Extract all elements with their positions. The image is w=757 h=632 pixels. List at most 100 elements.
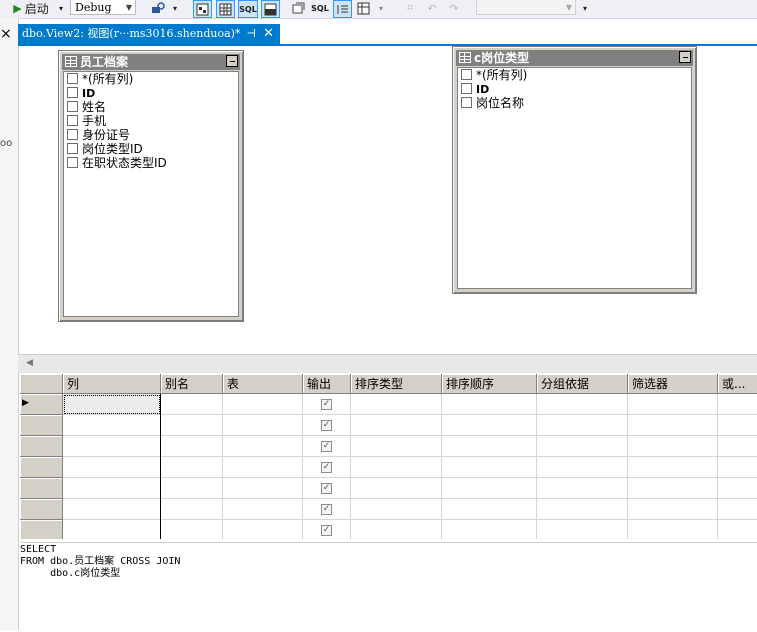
grid-cell[interactable] xyxy=(718,478,757,499)
grid-cell[interactable] xyxy=(161,394,223,415)
grid-cell[interactable] xyxy=(628,499,718,520)
grid-cell[interactable] xyxy=(223,436,303,457)
grid-cell[interactable] xyxy=(223,415,303,436)
column-item[interactable]: *(所有列) xyxy=(64,72,238,86)
forward-icon[interactable]: ↷ xyxy=(446,0,462,16)
grid-column-header[interactable]: 输出 xyxy=(303,374,351,394)
output-checkbox[interactable]: ✓ xyxy=(321,483,332,494)
grid-column-header[interactable]: 排序类型 xyxy=(351,374,442,394)
grid-cell[interactable] xyxy=(718,457,757,478)
column-checkbox[interactable] xyxy=(461,69,472,80)
horizontal-scrollbar[interactable]: ◀ xyxy=(18,354,757,373)
grid-cell[interactable] xyxy=(351,394,442,415)
find-icon[interactable] xyxy=(150,0,166,16)
grid-cell[interactable] xyxy=(351,415,442,436)
back-icon[interactable]: ↶ xyxy=(424,0,440,16)
grid-cell[interactable] xyxy=(351,520,442,539)
column-item[interactable]: 在职状态类型ID xyxy=(64,156,238,170)
column-checkbox[interactable] xyxy=(67,115,78,126)
row-selector[interactable]: ▶ xyxy=(20,394,63,415)
start-button[interactable]: ▶ 启动 xyxy=(10,0,52,16)
grid-cell[interactable] xyxy=(161,457,223,478)
grid-cell[interactable] xyxy=(442,394,537,415)
grid-cell[interactable] xyxy=(628,394,718,415)
output-checkbox[interactable]: ✓ xyxy=(321,525,332,536)
output-checkbox[interactable]: ✓ xyxy=(321,420,332,431)
column-item[interactable]: 岗位类型ID xyxy=(64,142,238,156)
grid-cell[interactable] xyxy=(537,415,628,436)
close-tab-icon[interactable]: ✕ xyxy=(263,24,274,44)
row-selector[interactable] xyxy=(20,457,63,478)
grid-cell[interactable] xyxy=(161,478,223,499)
column-checkbox[interactable] xyxy=(67,157,78,168)
group-by-button[interactable] xyxy=(333,0,352,18)
grid-cell[interactable] xyxy=(63,520,161,539)
grid-cell[interactable] xyxy=(718,499,757,520)
grid-cell[interactable] xyxy=(442,520,537,539)
column-item[interactable]: ID xyxy=(64,86,238,100)
grid-cell[interactable] xyxy=(537,478,628,499)
grid-cell[interactable] xyxy=(223,394,303,415)
grid-cell[interactable] xyxy=(718,394,757,415)
grid-cell[interactable] xyxy=(628,415,718,436)
column-item[interactable]: 手机 xyxy=(64,114,238,128)
column-item[interactable]: 岗位名称 xyxy=(458,96,691,110)
row-selector[interactable] xyxy=(20,499,63,520)
grid-column-header[interactable]: 筛选器 xyxy=(628,374,718,394)
column-checkbox[interactable] xyxy=(461,97,472,108)
grid-cell[interactable] xyxy=(63,394,161,415)
table-title-bar[interactable]: 员工档案 xyxy=(62,54,240,70)
grid-cell[interactable] xyxy=(718,415,757,436)
grid-cell[interactable] xyxy=(351,436,442,457)
grid-cell[interactable] xyxy=(223,499,303,520)
grid-column-header[interactable]: 表 xyxy=(223,374,303,394)
output-checkbox[interactable]: ✓ xyxy=(321,462,332,473)
grid-cell[interactable]: ✓ xyxy=(303,478,351,499)
grid-cell[interactable]: ✓ xyxy=(303,415,351,436)
column-checkbox[interactable] xyxy=(67,101,78,112)
column-checkbox[interactable] xyxy=(67,129,78,140)
grid-cell[interactable] xyxy=(63,478,161,499)
execute-sql-icon[interactable] xyxy=(290,0,306,16)
grid-cell[interactable] xyxy=(628,520,718,539)
scroll-left-icon[interactable]: ◀ xyxy=(26,358,33,368)
grid-cell[interactable] xyxy=(161,499,223,520)
toolbar-overflow-icon-3[interactable]: ▾ xyxy=(580,0,590,16)
column-item[interactable]: 姓名 xyxy=(64,100,238,114)
minimize-button[interactable] xyxy=(226,55,238,67)
grid-cell[interactable] xyxy=(537,520,628,539)
row-selector[interactable] xyxy=(20,478,63,499)
grid-cell[interactable] xyxy=(442,436,537,457)
toolbar-overflow-icon-2[interactable]: ▾ xyxy=(376,0,386,16)
grid-cell[interactable]: ✓ xyxy=(303,520,351,539)
column-item[interactable]: ID xyxy=(458,82,691,96)
grid-cell[interactable] xyxy=(223,478,303,499)
grid-cell[interactable] xyxy=(442,457,537,478)
grid-cell[interactable]: ✓ xyxy=(303,457,351,478)
output-checkbox[interactable]: ✓ xyxy=(321,441,332,452)
column-checkbox[interactable] xyxy=(67,73,78,84)
column-item[interactable]: *(所有列) xyxy=(458,68,691,82)
grid-cell[interactable] xyxy=(718,436,757,457)
show-sql-pane-button[interactable]: SQL xyxy=(238,0,258,18)
row-selector[interactable] xyxy=(20,415,63,436)
grid-column-header[interactable]: 列 xyxy=(63,374,161,394)
grid-cell[interactable] xyxy=(161,415,223,436)
grid-cell[interactable] xyxy=(628,478,718,499)
grid-cell[interactable] xyxy=(718,520,757,539)
add-table-icon[interactable] xyxy=(355,0,371,16)
pin-icon[interactable]: ⊣ xyxy=(247,24,256,44)
start-dropdown-icon[interactable]: ▾ xyxy=(56,0,66,16)
grid-column-header[interactable]: 分组依据 xyxy=(537,374,628,394)
grid-cell[interactable]: ✓ xyxy=(303,499,351,520)
table-title-bar[interactable]: c岗位类型 xyxy=(456,50,693,66)
column-item[interactable]: 身份证号 xyxy=(64,128,238,142)
grid-cell[interactable] xyxy=(351,457,442,478)
minimize-button[interactable] xyxy=(679,51,691,63)
output-checkbox[interactable]: ✓ xyxy=(321,399,332,410)
grid-cell[interactable] xyxy=(351,478,442,499)
grid-cell[interactable] xyxy=(537,436,628,457)
column-checkbox[interactable] xyxy=(67,87,78,98)
sql-pane[interactable]: SELECT FROM dbo.员工档案 CROSS JOIN dbo.c岗位类… xyxy=(20,542,757,632)
show-criteria-pane-button[interactable] xyxy=(216,0,235,18)
